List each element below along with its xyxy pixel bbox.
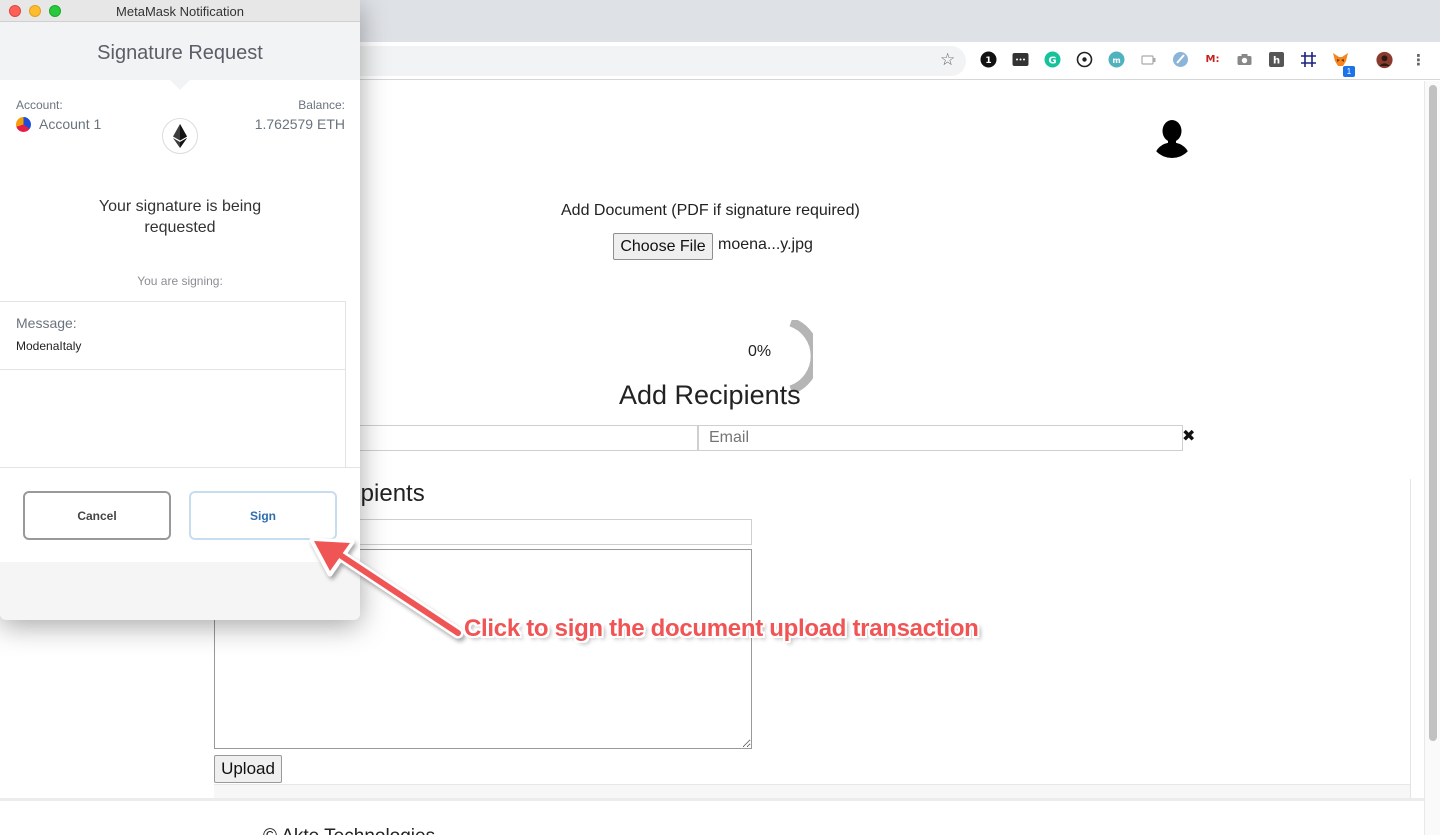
svg-text:G: G <box>1048 56 1056 67</box>
grammarly-icon[interactable]: G <box>1044 51 1061 68</box>
grid-icon[interactable] <box>1300 51 1317 68</box>
signature-request-text: Your signature is being requested <box>98 198 262 236</box>
metamask-badge: 1 <box>1343 66 1355 77</box>
signature-request-header: Signature Request <box>0 22 360 80</box>
svg-text:m: m <box>1112 56 1120 65</box>
target-icon[interactable] <box>1076 51 1093 68</box>
signature-request-footer: Cancel Sign <box>0 467 360 562</box>
account-identicon-icon <box>16 117 31 132</box>
recipient-name-input[interactable] <box>350 425 698 451</box>
balance-value: 1.762579 ETH <box>254 116 345 132</box>
cancel-button[interactable]: Cancel <box>23 491 171 540</box>
selected-file-name: moena...y.jpg <box>718 236 813 253</box>
bookmark-star-icon[interactable]: ☆ <box>940 50 955 70</box>
add-document-label: Add Document (PDF if signature required) <box>561 202 860 219</box>
user-avatar[interactable] <box>1150 114 1194 158</box>
mega-icon[interactable]: M: <box>1204 51 1221 68</box>
signature-request-body: Account: Account 1 Balance: 1.762579 ETH… <box>0 80 360 467</box>
footer-copyright: © Akte Technologies <box>263 826 435 835</box>
hunter-icon[interactable]: h <box>1268 51 1285 68</box>
account-name: Account 1 <box>39 116 102 132</box>
metamask-window-title: MetaMask Notification <box>116 4 244 19</box>
metamask-notification-window: MetaMask Notification Signature Request … <box>0 0 360 620</box>
profile-avatar-icon[interactable] <box>1376 51 1393 68</box>
header-notch <box>170 80 190 90</box>
annotation-label: Click to sign the document upload transa… <box>464 615 979 642</box>
balance-label: Balance: <box>298 98 345 112</box>
camera-icon[interactable] <box>1236 51 1253 68</box>
mail-icon[interactable]: m <box>1108 51 1125 68</box>
ethereum-icon <box>162 118 198 154</box>
message-box: Message: ModenaItaly <box>0 301 346 467</box>
screen-icon[interactable] <box>1140 51 1157 68</box>
add-recipients-heading: Add Recipients <box>619 380 801 410</box>
you-are-signing-label: You are signing: <box>137 274 223 288</box>
svg-text:h: h <box>1273 56 1280 67</box>
scrollbar-thumb[interactable] <box>1429 85 1437 741</box>
message-value: ModenaItaly <box>16 339 82 353</box>
card-border <box>1410 479 1411 799</box>
signature-request-title: Signature Request <box>97 42 263 64</box>
message-label: Message: <box>16 315 77 331</box>
card-footer-strip <box>214 784 1410 798</box>
page-divider <box>0 798 1440 801</box>
recipient-email-input[interactable] <box>698 425 1183 451</box>
page-scrollbar[interactable] <box>1424 81 1440 835</box>
svg-text:1: 1 <box>985 56 991 66</box>
remove-recipient-icon[interactable]: ✖ <box>1182 426 1195 445</box>
metamask-titlebar: MetaMask Notification <box>0 0 360 22</box>
message-separator <box>0 369 346 370</box>
privacy-icon[interactable] <box>1172 51 1189 68</box>
choose-file-button[interactable]: Choose File <box>613 233 713 260</box>
1password-icon[interactable]: 1 <box>980 51 997 68</box>
account-label: Account: <box>16 98 63 112</box>
keyboard-icon[interactable] <box>1012 51 1029 68</box>
chrome-menu-icon[interactable]: ⋮ <box>1410 51 1427 69</box>
address-bar[interactable] <box>340 46 966 76</box>
sign-button[interactable]: Sign <box>189 491 337 540</box>
upload-progress-text: 0% <box>748 343 772 360</box>
upload-button[interactable]: Upload <box>214 755 282 783</box>
